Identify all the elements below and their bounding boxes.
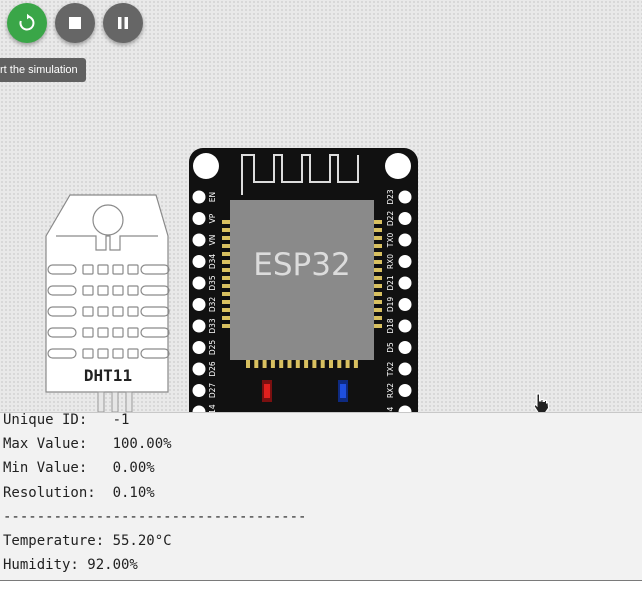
esp32-pin-label: D35 <box>208 275 217 291</box>
esp32-pin-left-2[interactable] <box>192 233 206 247</box>
serial-output: Unique ID: -1 Max Value: 100.00% Min Val… <box>3 412 307 574</box>
esp32-pin-left-7[interactable] <box>192 341 206 354</box>
esp32-chip-label: ESP32 <box>253 247 350 283</box>
dht11-sensor[interactable]: DHT11 <box>45 194 170 412</box>
esp32-pin-left-0[interactable] <box>192 190 206 204</box>
esp32-pin-label: D26 <box>208 361 217 377</box>
esp32-pin-label: D22 <box>386 211 395 227</box>
esp32-pin-right-6[interactable] <box>398 319 412 333</box>
esp32-pin-label: VN <box>208 235 217 246</box>
esp32-pin-label: D33 <box>208 318 217 334</box>
esp32-pin-label: D14 <box>208 404 217 412</box>
esp32-pin-right-3[interactable] <box>398 255 412 268</box>
esp32-pin-right-4[interactable] <box>398 276 412 290</box>
esp32-pin-left-4[interactable] <box>192 276 206 290</box>
esp32-pin-label: D32 <box>208 297 217 313</box>
hand-cursor-icon <box>533 393 550 414</box>
esp32-pin-left-3[interactable] <box>192 255 206 268</box>
esp32-pin-label: D27 <box>208 383 217 399</box>
esp32-pin-left-6[interactable] <box>192 319 206 333</box>
esp32-pin-label: D5 <box>386 342 395 353</box>
esp32-pin-right-8[interactable] <box>398 362 412 376</box>
esp32-pin-label: TX0 <box>386 233 395 249</box>
serial-monitor[interactable]: Unique ID: -1 Max Value: 100.00% Min Val… <box>0 412 642 581</box>
esp32-pin-left-9[interactable] <box>192 384 206 397</box>
esp32-board[interactable]: EN VP VN D34 D35 D32 D33 D25 D26 D27 D14 D23 D22 TX0… <box>189 148 418 412</box>
esp32-pin-label: D34 <box>208 254 217 270</box>
esp32-pin-right-1[interactable] <box>398 212 412 225</box>
esp32-pin-left-5[interactable] <box>192 298 206 311</box>
esp32-pin-left-8[interactable] <box>192 362 206 376</box>
blue-led-glow <box>340 384 346 398</box>
esp32-pin-right-5[interactable] <box>398 298 412 311</box>
esp32-pin-label: D25 <box>208 340 217 356</box>
esp32-pin-right-0[interactable] <box>398 190 412 204</box>
esp32-pin-label: EN <box>208 192 217 202</box>
esp32-pin-label: D18 <box>386 318 395 334</box>
esp32-pin-label: D19 <box>386 297 395 313</box>
esp32-pin-label: D21 <box>386 275 395 291</box>
esp32-pin-right-7[interactable] <box>398 341 412 354</box>
esp32-pin-label: VP <box>208 213 217 223</box>
esp32-pin-label: D23 <box>386 189 395 205</box>
red-led-glow <box>264 384 270 398</box>
esp32-pin-label: TX2 <box>386 362 395 378</box>
circuit-canvas[interactable]: DHT11 EN VP VN D34 D35 D32 D33 D25 D26 D27 D14 D23… <box>0 0 642 412</box>
esp32-pin-right-2[interactable] <box>398 233 412 247</box>
serial-input[interactable] <box>0 580 642 613</box>
esp32-pin-label: RX2 <box>386 383 395 398</box>
dht11-label: DHT11 <box>84 366 132 385</box>
esp32-pin-left-1[interactable] <box>192 212 206 225</box>
esp32-pin-right-9[interactable] <box>398 384 412 397</box>
esp32-pin-label: RX0 <box>386 254 395 269</box>
